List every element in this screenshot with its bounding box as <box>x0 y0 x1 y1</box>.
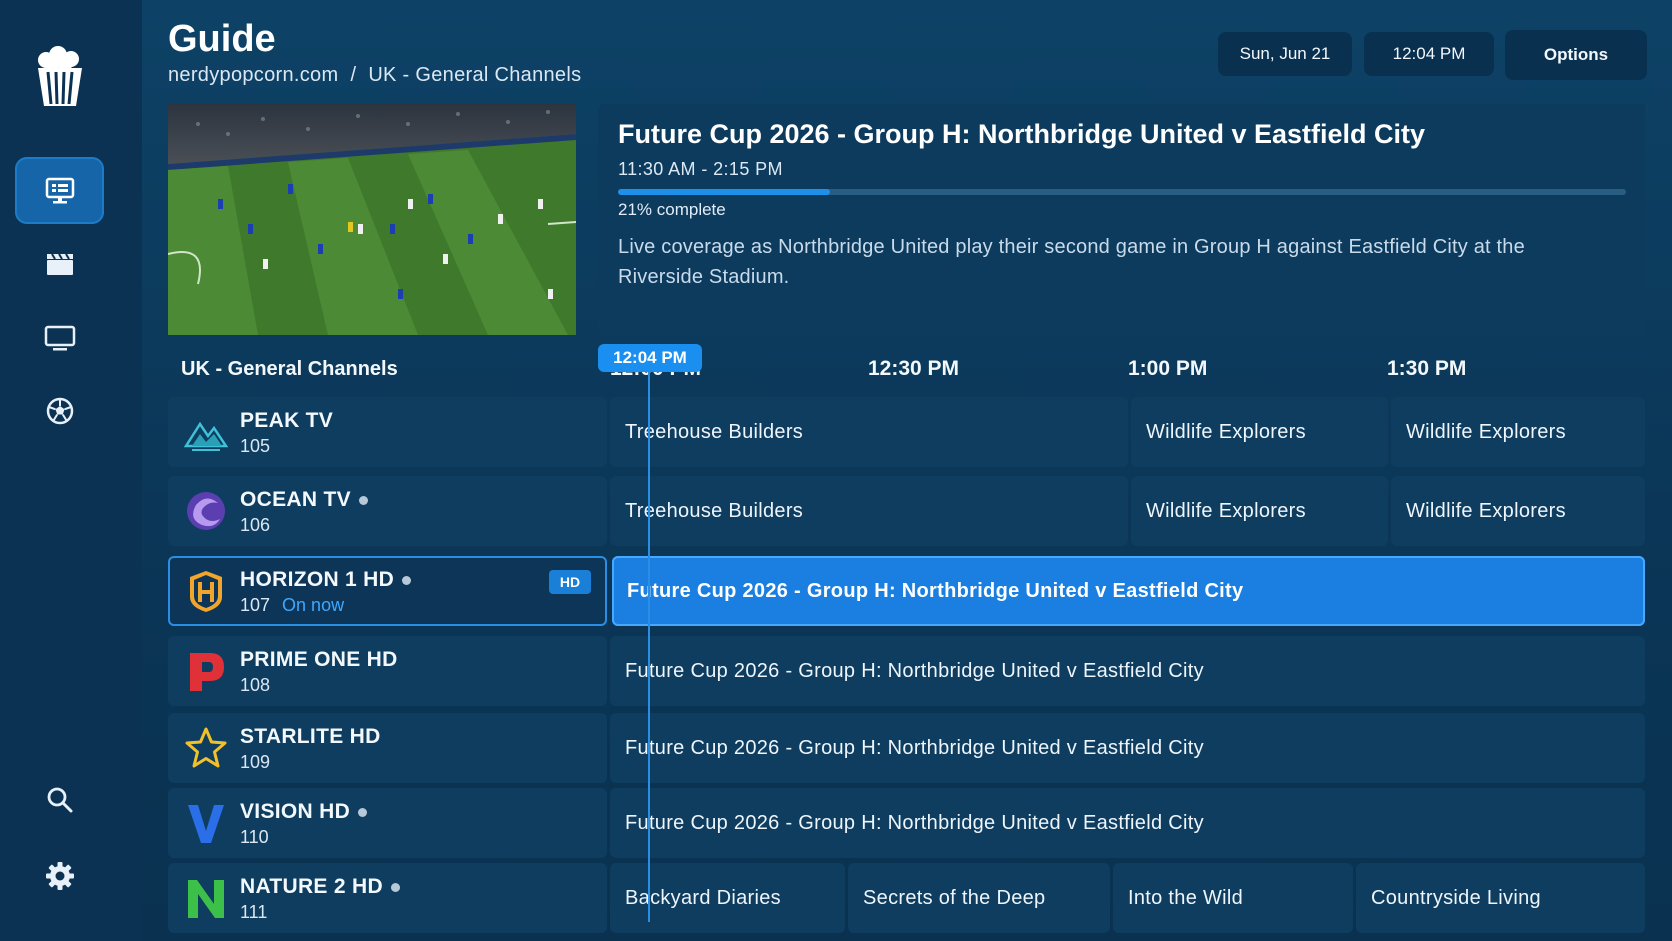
nav-settings[interactable] <box>15 842 104 909</box>
page-title: Guide <box>168 18 276 60</box>
nav-movies[interactable] <box>15 230 104 297</box>
progress-text: 21% complete <box>618 200 726 219</box>
nav-sports[interactable] <box>15 377 104 444</box>
on-now-label: On now <box>282 595 345 615</box>
program-title: Future Cup 2026 - Group H: Northbridge U… <box>618 119 1426 149</box>
hd-badge: HD <box>549 570 591 594</box>
channel-peak-tv[interactable]: PEAK TV 105 <box>168 397 607 467</box>
program-cell[interactable]: Treehouse Builders <box>610 397 1128 467</box>
popcorn-logo <box>38 46 82 106</box>
program-cell[interactable]: Wildlife Explorers <box>1131 476 1388 546</box>
nav-search[interactable] <box>15 766 104 833</box>
star-logo <box>185 727 227 768</box>
channel-name: PRIME ONE HD <box>240 648 398 671</box>
progress-fill <box>618 189 830 195</box>
channel-number: 108 <box>240 675 271 695</box>
options-button[interactable]: Options <box>1505 30 1647 80</box>
channel-starlite-hd[interactable]: STARLITE HD 109 <box>168 713 607 783</box>
breadcrumb: nerdypopcorn.com / UK - General Channels <box>168 64 581 87</box>
gear-icon <box>45 861 74 890</box>
v-logo <box>188 805 224 843</box>
channel-number: 110 <box>240 827 269 847</box>
channel-nature-2-hd[interactable]: NATURE 2 HD 111 <box>168 863 607 933</box>
progress-bar <box>618 189 1626 195</box>
channel-name: VISION HD <box>240 800 368 824</box>
program-cell[interactable]: Countryside Living <box>1356 863 1645 933</box>
breadcrumb-group[interactable]: UK - General Channels <box>368 64 581 86</box>
program-cell[interactable]: Secrets of the Deep <box>848 863 1110 933</box>
tv-guide-icon <box>45 177 74 203</box>
current-time-line <box>648 372 650 922</box>
recording-dot <box>358 495 368 505</box>
program-description: Live coverage as Northbridge United play… <box>618 236 1525 288</box>
program-cell[interactable]: Future Cup 2026 - Group H: Northbridge U… <box>610 636 1645 706</box>
n-logo <box>188 880 224 918</box>
channel-name: PEAK TV <box>240 409 334 432</box>
p-logo <box>190 653 224 691</box>
program-cell[interactable]: Into the Wild <box>1113 863 1353 933</box>
channel-ocean-tv[interactable]: OCEAN TV 106 <box>168 476 607 546</box>
monitor-icon <box>44 325 75 350</box>
breadcrumb-separator: / <box>350 64 357 86</box>
channel-group-title[interactable]: UK - General Channels <box>181 358 398 381</box>
program-cell[interactable]: Future Cup 2026 - Group H: Northbridge U… <box>610 713 1645 783</box>
nav-tv[interactable] <box>15 304 104 371</box>
date-display: Sun, Jun 21 <box>1218 32 1352 76</box>
h-shield-logo <box>190 571 222 612</box>
wave-logo <box>187 492 225 530</box>
channel-number: 109 <box>240 752 271 772</box>
football-match-image <box>168 104 576 335</box>
time-tick-1230: 12:30 PM <box>868 357 960 380</box>
nav-guide[interactable] <box>15 157 104 224</box>
program-cell[interactable]: Wildlife Explorers <box>1131 397 1388 467</box>
time-tick-1330: 1:30 PM <box>1387 357 1467 380</box>
recording-dot <box>358 807 368 817</box>
live-preview-video[interactable] <box>168 104 576 335</box>
channel-vision-hd[interactable]: VISION HD 110 <box>168 788 607 858</box>
program-cell-selected[interactable]: Future Cup 2026 - Group H: Northbridge U… <box>612 556 1645 626</box>
program-cell[interactable]: Wildlife Explorers <box>1391 476 1645 546</box>
channel-number: 107 On now <box>240 595 345 615</box>
recording-dot <box>390 882 400 892</box>
search-icon <box>47 787 72 812</box>
channel-number: 111 <box>240 902 268 922</box>
clapperboard-icon <box>46 252 73 275</box>
channel-name: HORIZON 1 HD <box>240 568 412 592</box>
program-cell[interactable]: Treehouse Builders <box>610 476 1128 546</box>
channel-horizon-1-hd[interactable]: HORIZON 1 HD 107 On now HD <box>168 556 607 626</box>
channel-name: STARLITE HD <box>240 725 381 748</box>
clock-display: 12:04 PM <box>1364 32 1494 76</box>
channel-name: NATURE 2 HD <box>240 875 400 899</box>
mountain-logo <box>184 421 228 451</box>
channel-number: 105 <box>240 436 271 456</box>
soccer-ball-icon <box>46 397 73 424</box>
breadcrumb-site[interactable]: nerdypopcorn.com <box>168 64 338 86</box>
time-tick-1300: 1:00 PM <box>1128 357 1208 380</box>
program-cell[interactable]: Wildlife Explorers <box>1391 397 1645 467</box>
recording-dot <box>402 575 412 585</box>
program-cell[interactable]: Backyard Diaries <box>610 863 845 933</box>
channel-prime-one-hd[interactable]: PRIME ONE HD 108 <box>168 636 607 706</box>
channel-number: 106 <box>240 515 271 535</box>
channel-name: OCEAN TV <box>240 488 368 512</box>
current-time-badge: 12:04 PM <box>598 344 702 372</box>
program-cell[interactable]: Future Cup 2026 - Group H: Northbridge U… <box>610 788 1645 858</box>
sidebar <box>0 0 142 941</box>
program-time: 11:30 AM - 2:15 PM <box>618 159 783 179</box>
